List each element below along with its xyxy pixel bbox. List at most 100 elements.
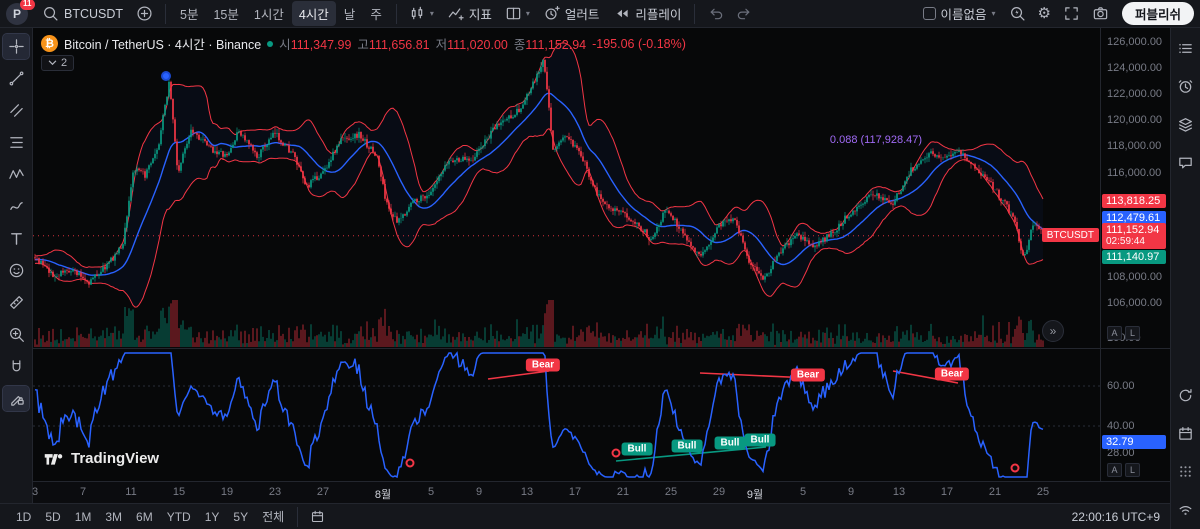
- tradingview-watermark: TradingView: [43, 448, 159, 469]
- refresh-button[interactable]: [1172, 384, 1199, 407]
- bull-signal-badge[interactable]: Bull: [715, 437, 746, 450]
- pattern-tool-button[interactable]: [3, 162, 29, 187]
- bull-signal-badge[interactable]: Bull: [672, 440, 703, 453]
- bull-signal-badge[interactable]: Bull: [745, 434, 776, 447]
- watermark-text: TradingView: [71, 450, 159, 467]
- undo-button[interactable]: [702, 2, 729, 25]
- time-label: 27: [317, 486, 329, 498]
- price-tick: 108,000.00: [1107, 271, 1162, 283]
- scale-buttons: AL: [1107, 326, 1140, 340]
- symbol-title[interactable]: Bitcoin / TetherUS · 4시간 · Binance: [64, 34, 261, 53]
- timeframe-button[interactable]: 5분: [173, 1, 205, 26]
- replay-icon: [613, 5, 630, 22]
- symbol-search-button[interactable]: BTCUSDT: [36, 2, 129, 25]
- range-button[interactable]: 1M: [69, 508, 98, 526]
- magnet-tool-button[interactable]: [3, 354, 29, 379]
- range-button[interactable]: 5D: [39, 508, 66, 526]
- layout-checkbox[interactable]: [923, 7, 936, 20]
- publish-button[interactable]: 퍼블리쉬: [1122, 2, 1194, 25]
- range-button[interactable]: 3M: [99, 508, 128, 526]
- emoji-tool-button[interactable]: [3, 258, 29, 283]
- auto-scale-button[interactable]: A: [1107, 463, 1122, 477]
- screenshot-button[interactable]: [1087, 2, 1114, 25]
- fib-retracement-tool-button[interactable]: [3, 130, 29, 155]
- lock-drawings-button[interactable]: [3, 386, 29, 411]
- trend-line-tool-button[interactable]: [3, 66, 29, 91]
- measure-tool-button[interactable]: [3, 290, 29, 315]
- range-button[interactable]: 1Y: [199, 508, 226, 526]
- layout-grid-button[interactable]: ▾: [500, 2, 535, 25]
- clock-utc[interactable]: 22:00:16 UTC+9: [1072, 510, 1160, 524]
- main-chart-pane[interactable]: ₿ Bitcoin / TetherUS · 4시간 · Binance 시11…: [33, 28, 1170, 348]
- text-tool-button[interactable]: [3, 226, 29, 251]
- indicators-button[interactable]: 지표: [441, 1, 498, 26]
- brush-icon: [8, 198, 25, 215]
- log-scale-button[interactable]: L: [1125, 463, 1140, 477]
- settings-button[interactable]: ⚙: [1033, 3, 1056, 24]
- oversold-marker-circle[interactable]: [406, 459, 415, 468]
- range-button[interactable]: YTD: [161, 508, 197, 526]
- quick-search-button[interactable]: [1004, 2, 1031, 25]
- timeframe-button[interactable]: 날: [337, 1, 363, 26]
- alerts-panel-button[interactable]: [1172, 75, 1199, 98]
- bear-signal-badge[interactable]: Bear: [791, 369, 825, 382]
- chat-bubble-icon: [1177, 154, 1194, 171]
- apps-button[interactable]: [1172, 460, 1199, 483]
- ohlc-close: 종111,152.94: [514, 34, 586, 53]
- replay-button[interactable]: 리플레이: [607, 1, 687, 26]
- user-avatar[interactable]: P 11: [6, 3, 28, 25]
- timeframe-button[interactable]: 15분: [206, 1, 245, 26]
- zoom-tool-button[interactable]: [3, 322, 29, 347]
- compare-add-button[interactable]: [131, 2, 158, 25]
- alert-button[interactable]: 얼러트: [537, 1, 606, 26]
- object-tree-button[interactable]: [1172, 113, 1199, 136]
- go-to-realtime-button[interactable]: »: [1042, 320, 1064, 342]
- chart-column: ₿ Bitcoin / TetherUS · 4시간 · Binance 시11…: [33, 28, 1170, 503]
- chevron-down-icon: [48, 60, 57, 66]
- chat-button[interactable]: [1172, 151, 1199, 174]
- peak-marker-circle[interactable]: [161, 71, 171, 81]
- fib-level-label[interactable]: 0.088 (117,928.47): [830, 134, 922, 146]
- bear-signal-badge[interactable]: Bear: [526, 359, 560, 372]
- log-scale-button[interactable]: L: [1125, 326, 1140, 340]
- connection-status-button[interactable]: [1172, 498, 1199, 521]
- divider: [396, 4, 397, 24]
- price-axis[interactable]: 126,000.00124,000.00122,000.00120,000.00…: [1100, 28, 1170, 348]
- range-button[interactable]: 전체: [256, 506, 290, 527]
- range-button[interactable]: 6M: [130, 508, 159, 526]
- chart-type-button[interactable]: ▾: [404, 2, 439, 25]
- redo-button[interactable]: [731, 2, 758, 25]
- timeframe-button[interactable]: 1시간: [247, 1, 291, 26]
- auto-scale-button[interactable]: A: [1107, 326, 1122, 340]
- avatar-letter: P: [13, 7, 21, 21]
- gear-icon: ⚙: [1038, 6, 1051, 21]
- economic-calendar-button[interactable]: [1172, 422, 1199, 445]
- oversold-marker-circle[interactable]: [1011, 464, 1020, 473]
- timeframe-button[interactable]: 4시간: [292, 1, 336, 26]
- workspace: ₿ Bitcoin / TetherUS · 4시간 · Binance 시11…: [0, 28, 1200, 529]
- time-label: 29: [713, 486, 725, 498]
- rsi-pane[interactable]: TradingView 60.0040.0028.0032.79AL Bear B…: [33, 348, 1170, 481]
- time-label: 8월: [375, 486, 391, 502]
- time-axis[interactable]: 3711151923278월5913172125299월5913172125: [33, 481, 1170, 503]
- range-button[interactable]: 5Y: [227, 508, 254, 526]
- fullscreen-button[interactable]: [1058, 2, 1085, 25]
- indicator-collapse-chip[interactable]: 2: [41, 55, 74, 71]
- timeframe-button[interactable]: 주: [363, 1, 389, 26]
- crosshair-tool-button[interactable]: [3, 34, 29, 59]
- oversold-marker-circle[interactable]: [612, 449, 621, 458]
- time-label: 5: [800, 486, 806, 498]
- watchlist-button[interactable]: [1172, 37, 1199, 60]
- goto-date-button[interactable]: [305, 506, 330, 527]
- brush-tool-button[interactable]: [3, 194, 29, 219]
- price-chart-canvas[interactable]: [33, 28, 1100, 348]
- time-label: 9월: [747, 486, 763, 502]
- camera-icon: [1092, 5, 1109, 22]
- bull-signal-badge[interactable]: Bull: [622, 443, 653, 456]
- indicator-axis[interactable]: 60.0040.0028.0032.79AL: [1100, 349, 1170, 481]
- channel-tool-button[interactable]: [3, 98, 29, 123]
- layout-name-button[interactable]: 이름없음 ▾: [917, 1, 1002, 26]
- range-button[interactable]: 1D: [10, 508, 37, 526]
- time-label: 13: [521, 486, 533, 498]
- bear-signal-badge[interactable]: Bear: [935, 368, 969, 381]
